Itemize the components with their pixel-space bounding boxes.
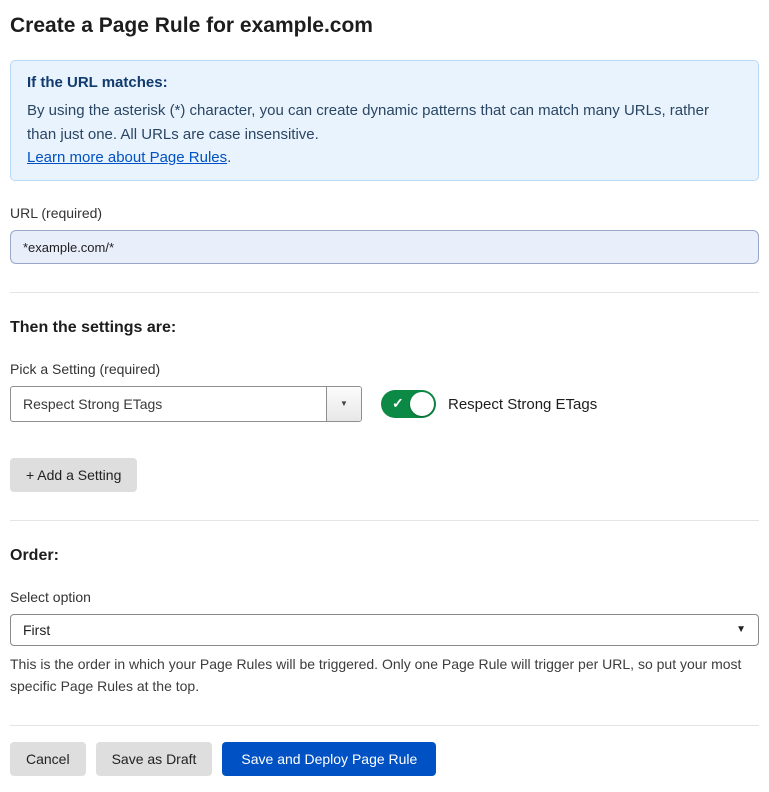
info-link-line: Learn more about Page Rules. <box>27 149 742 166</box>
divider <box>10 292 759 293</box>
page-title: Create a Page Rule for example.com <box>10 14 759 38</box>
info-box-body: By using the asterisk (*) character, you… <box>27 99 727 147</box>
order-select-label: Select option <box>10 589 759 605</box>
add-setting-button[interactable]: + Add a Setting <box>10 458 137 492</box>
chevron-down-icon: ▼ <box>736 625 746 635</box>
url-input[interactable] <box>10 230 759 264</box>
footer-actions: Cancel Save as Draft Save and Deploy Pag… <box>10 742 759 776</box>
divider <box>10 520 759 521</box>
settings-section-heading: Then the settings are: <box>10 319 759 337</box>
url-label: URL (required) <box>10 205 759 221</box>
setting-dropdown[interactable]: Respect Strong ETags ▼ <box>10 386 362 422</box>
toggle-label: Respect Strong ETags <box>448 396 597 413</box>
check-icon: ✓ <box>392 395 404 412</box>
order-select[interactable]: First ▼ <box>10 614 759 646</box>
page-rule-form: Create a Page Rule for example.com If th… <box>0 0 769 792</box>
link-suffix: . <box>227 149 231 166</box>
learn-more-link[interactable]: Learn more about Page Rules <box>27 149 227 166</box>
order-section-heading: Order: <box>10 547 759 565</box>
order-help-text: This is the order in which your Page Rul… <box>10 654 759 697</box>
save-deploy-button[interactable]: Save and Deploy Page Rule <box>222 742 436 776</box>
divider <box>10 725 759 726</box>
setting-row: Respect Strong ETags ▼ ✓ Respect Strong … <box>10 386 759 422</box>
setting-dropdown-button[interactable]: ▼ <box>326 387 361 421</box>
cancel-button[interactable]: Cancel <box>10 742 86 776</box>
setting-dropdown-value: Respect Strong ETags <box>11 396 162 412</box>
toggle-knob <box>410 392 434 416</box>
pick-setting-label: Pick a Setting (required) <box>10 361 759 377</box>
url-match-info-box: If the URL matches: By using the asteris… <box>10 60 759 181</box>
info-box-heading: If the URL matches: <box>27 74 742 91</box>
etags-toggle[interactable]: ✓ <box>381 390 436 418</box>
chevron-down-icon: ▼ <box>340 400 348 408</box>
order-select-value: First <box>23 622 50 638</box>
save-draft-button[interactable]: Save as Draft <box>96 742 213 776</box>
